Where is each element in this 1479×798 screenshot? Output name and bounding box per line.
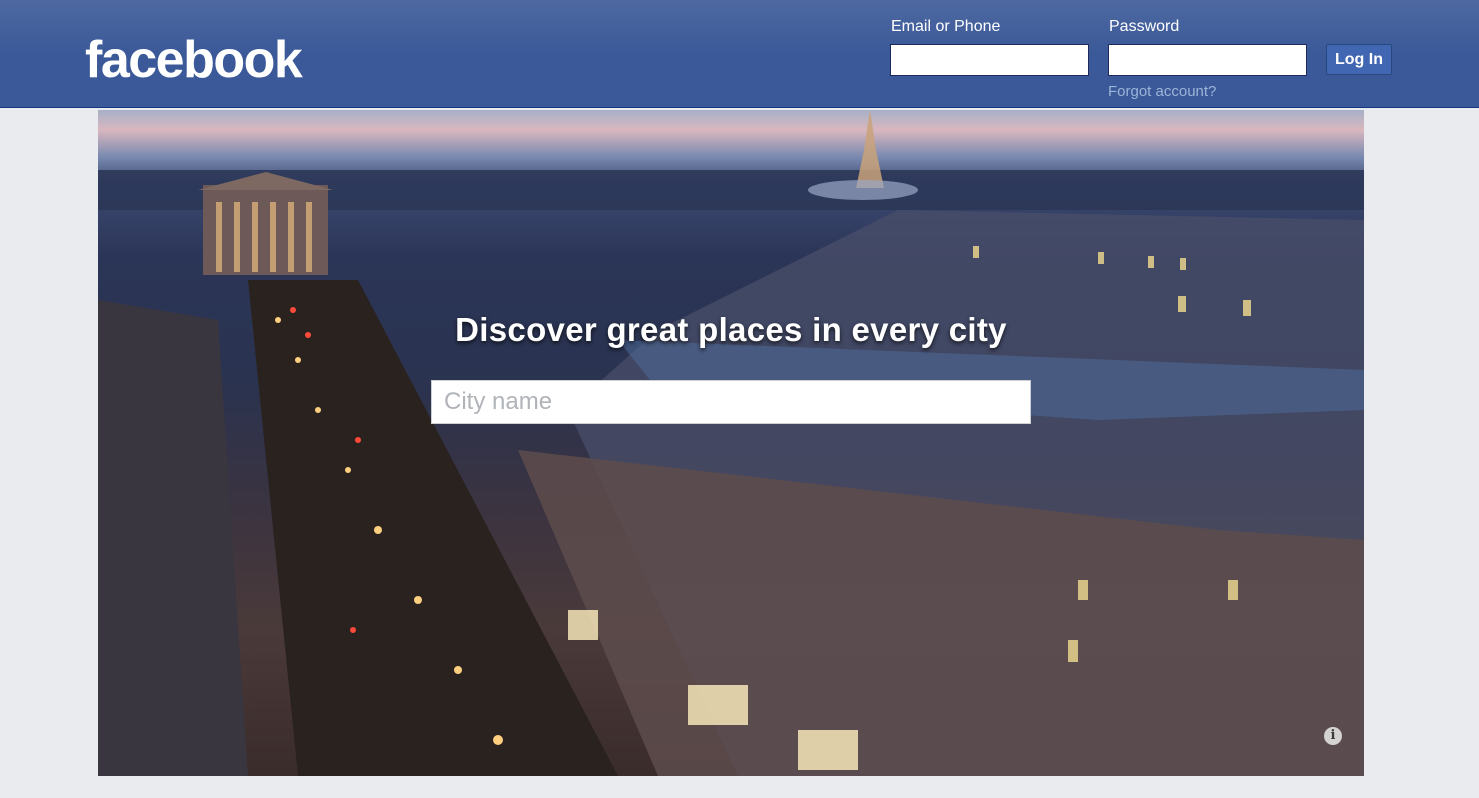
password-label: Password [1109, 18, 1180, 35]
top-bar: facebook Email or Phone Password Log In … [0, 0, 1479, 108]
password-field[interactable] [1108, 44, 1307, 76]
forgot-account-link[interactable]: Forgot account? [1108, 83, 1216, 100]
email-field[interactable] [890, 44, 1089, 76]
facebook-logo[interactable]: facebook [85, 30, 303, 90]
hero-city-image: Discover great places in every city i [98, 110, 1364, 776]
email-label: Email or Phone [891, 18, 1001, 35]
paris-cityscape-illustration [98, 110, 1364, 776]
info-icon[interactable]: i [1324, 727, 1342, 745]
city-search-input[interactable] [431, 380, 1031, 424]
login-button[interactable]: Log In [1326, 44, 1392, 75]
hero-title: Discover great places in every city [455, 311, 1007, 348]
